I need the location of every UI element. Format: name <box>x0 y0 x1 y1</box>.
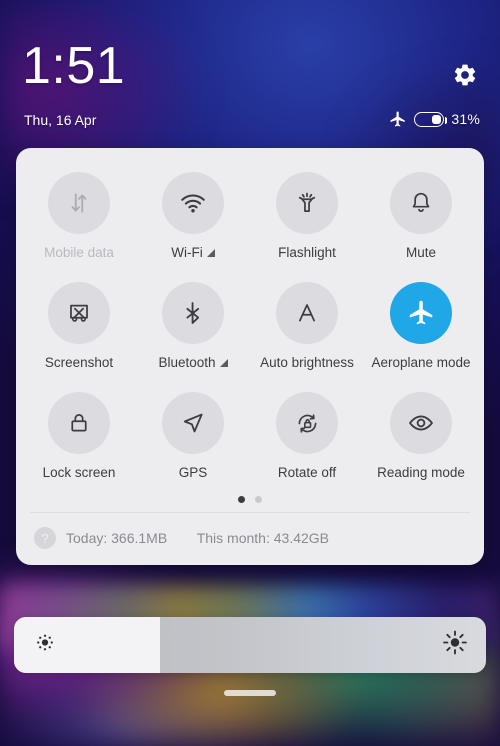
expand-triangle-icon[interactable] <box>219 358 228 367</box>
tile-lock-screen[interactable]: Lock screen <box>22 386 136 488</box>
page-dot-1[interactable] <box>238 496 245 503</box>
tile-label-text: Bluetooth <box>158 355 216 370</box>
gear-icon <box>454 64 476 86</box>
tile-label: Wi-Fi <box>171 245 215 260</box>
tile-auto-brightness[interactable]: Auto brightness <box>250 276 364 378</box>
tile-label: Reading mode <box>377 465 465 480</box>
tile-circle <box>48 172 110 234</box>
tile-label-text: Mobile data <box>44 245 114 260</box>
tile-label-text: Flashlight <box>278 245 336 260</box>
tile-label-text: Reading mode <box>377 465 465 480</box>
month-label: This month: <box>196 530 270 546</box>
tile-label: Bluetooth <box>158 355 228 370</box>
tile-label: Flashlight <box>278 245 336 260</box>
bell-icon <box>412 192 430 212</box>
tile-circle <box>276 392 338 454</box>
status-bar: 1:51 Thu, 16 Apr 31% <box>0 0 500 148</box>
tile-label-text: Auto brightness <box>260 355 354 370</box>
page-indicator <box>16 488 484 512</box>
wifi-icon <box>181 194 205 213</box>
tile-flashlight[interactable]: Flashlight <box>250 166 364 268</box>
airplane-icon <box>390 111 406 127</box>
quick-settings-tile-grid: Mobile data Wi-Fi Flashlight Mute Screen… <box>16 166 484 488</box>
tile-circle <box>162 172 224 234</box>
tile-label: Lock screen <box>43 465 116 480</box>
tile-label: Rotate off <box>278 465 336 480</box>
status-bar-icons: 31% <box>389 110 480 128</box>
tile-label: Aeroplane mode <box>371 355 470 370</box>
tile-gps[interactable]: GPS <box>136 386 250 488</box>
today-value: 366.1MB <box>111 530 168 546</box>
today-label: Today: <box>66 530 108 546</box>
screenshot-icon <box>70 304 88 322</box>
mobile-data-icon <box>71 193 87 213</box>
data-usage-bar[interactable]: ? Today: 366.1MB This month: 43.42GB <box>16 513 484 565</box>
clock-time: 1:51 <box>22 37 126 95</box>
tile-circle <box>276 282 338 344</box>
tile-label-text: Lock screen <box>42 465 116 480</box>
airplane-icon <box>409 300 433 325</box>
location-arrow-icon <box>183 413 203 433</box>
tile-label-text: Rotate off <box>277 465 337 480</box>
tile-circle <box>276 172 338 234</box>
tile-bluetooth[interactable]: Bluetooth <box>136 276 250 378</box>
home-indicator[interactable] <box>224 690 276 696</box>
tile-screenshot[interactable]: Screenshot <box>22 276 136 378</box>
tile-label: Auto brightness <box>260 355 354 370</box>
tile-label: Mobile data <box>44 245 114 260</box>
auto-brightness-icon <box>298 304 316 322</box>
tile-aeroplane-mode[interactable]: Aeroplane mode <box>364 276 478 378</box>
expand-triangle-icon[interactable] <box>206 248 215 257</box>
tile-circle <box>390 172 452 234</box>
tile-reading-mode[interactable]: Reading mode <box>364 386 478 488</box>
brightness-low-icon <box>34 632 56 659</box>
tile-circle <box>390 282 452 344</box>
tile-circle <box>48 282 110 344</box>
page-dot-2[interactable] <box>255 496 262 503</box>
tile-circle <box>390 392 452 454</box>
data-usage-text: Today: 366.1MB This month: 43.42GB <box>66 530 329 546</box>
tile-label-text: Wi-Fi <box>171 245 203 260</box>
battery-icon <box>414 111 448 127</box>
rotate-lock-icon <box>298 413 316 433</box>
tile-label-text: GPS <box>178 465 208 480</box>
brightness-slider[interactable] <box>14 617 486 673</box>
tile-label-text: Screenshot <box>44 355 114 370</box>
brightness-high-icon <box>442 630 468 661</box>
tile-rotate-off[interactable]: Rotate off <box>250 386 364 488</box>
tile-label: Mute <box>406 245 436 260</box>
tile-circle <box>162 282 224 344</box>
tile-circle <box>162 392 224 454</box>
eye-icon <box>409 415 433 431</box>
tile-label-text: Aeroplane mode <box>371 355 471 370</box>
tile-wifi[interactable]: Wi-Fi <box>136 166 250 268</box>
battery-fill <box>432 114 442 124</box>
tile-mute[interactable]: Mute <box>364 166 478 268</box>
clock-date: Thu, 16 Apr <box>24 112 97 128</box>
month-value: 43.42GB <box>273 530 330 546</box>
quick-settings-panel: Mobile data Wi-Fi Flashlight Mute Screen… <box>16 148 484 565</box>
tile-label-text: Mute <box>405 245 436 260</box>
question-mark-icon[interactable]: ? <box>34 527 56 549</box>
bluetooth-icon <box>186 302 200 324</box>
tile-label: GPS <box>179 465 208 480</box>
settings-gear-button[interactable] <box>452 62 478 88</box>
lock-icon <box>71 414 87 432</box>
battery-percent-label: 31% <box>451 111 480 127</box>
tile-circle <box>48 392 110 454</box>
tile-mobile-data[interactable]: Mobile data <box>22 166 136 268</box>
flashlight-icon <box>298 192 316 212</box>
tile-label: Screenshot <box>45 355 113 370</box>
quick-settings-screen: 1:51 Thu, 16 Apr 31% Mobile data Wi-Fi F… <box>0 0 500 746</box>
